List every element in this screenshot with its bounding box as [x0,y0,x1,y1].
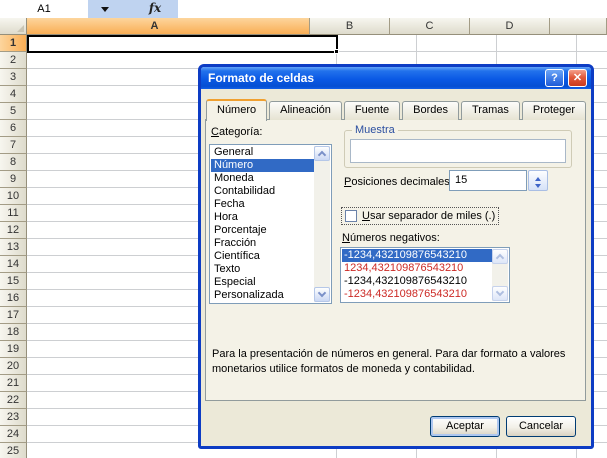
dialog-titlebar[interactable]: Formato de celdas ? ✕ [201,67,591,89]
row-header[interactable]: 20 [0,358,27,375]
sample-value [350,139,566,163]
thousands-separator-checkbox[interactable]: Usar separador de miles (.) [342,208,498,224]
formula-input[interactable] [178,0,607,18]
name-box[interactable]: A1 [0,0,88,18]
column-header[interactable] [550,18,607,35]
tab[interactable]: Proteger [522,101,586,120]
help-icon[interactable]: ? [545,69,564,87]
category-scrollbar[interactable] [314,146,330,302]
category-item[interactable]: Moneda [211,172,314,185]
row-header[interactable]: 2 [0,52,27,69]
negative-numbers-listbox: -1234,432109876543210 1234,4321098765432… [340,247,510,303]
row-header[interactable]: 7 [0,137,27,154]
decimal-places-stepper [528,170,548,191]
spin-up-icon[interactable] [529,171,547,180]
column-header[interactable]: C [390,18,470,35]
fill-handle[interactable] [334,49,339,54]
sample-label: Muestra [352,124,398,136]
thousands-separator-label: Usar separador de miles (.) [362,210,495,222]
format-cells-dialog: Formato de celdas ? ✕ Número Alineación … [198,64,594,449]
row-header[interactable]: 9 [0,171,27,188]
cancel-button[interactable]: Cancelar [506,416,576,437]
row-header[interactable]: 11 [0,205,27,222]
category-item[interactable]: Porcentaje [211,224,314,237]
name-box-controls: fx [88,0,178,18]
category-item[interactable]: Especial [211,276,314,289]
row-headers: 1 2 3 4 5 6 7 8 9 10 11 12 13 14 15 [0,35,27,458]
tab[interactable]: Fuente [344,101,400,120]
scroll-up-icon[interactable] [492,249,508,264]
column-headers: A B C D [0,18,607,35]
tab[interactable]: Tramas [461,101,520,120]
row-header[interactable]: 21 [0,375,27,392]
number-tab-panel: Categoría: General Número Moneda Contabi… [205,119,586,401]
negatives-scrollbar[interactable] [492,249,508,301]
tab[interactable]: Número [206,99,267,121]
checkbox-icon[interactable] [345,210,357,222]
row-header[interactable]: 14 [0,256,27,273]
column-header[interactable]: D [470,18,550,35]
row-header[interactable]: 17 [0,307,27,324]
row-header[interactable]: 25 [0,443,27,458]
category-item[interactable]: Número [211,159,314,172]
category-item[interactable]: Contabilidad [211,185,314,198]
insert-function-icon[interactable]: fx [142,0,168,18]
category-item[interactable]: Hora [211,211,314,224]
negative-format-item[interactable]: -1234,432109876543210 [342,249,492,262]
decimal-places-label: Posiciones decimales: [344,176,453,188]
select-all-corner[interactable] [0,18,27,35]
negative-numbers-label: Números negativos: [342,232,440,244]
accept-button[interactable]: Aceptar [430,416,500,437]
row-header[interactable]: 15 [0,273,27,290]
category-item[interactable]: Científica [211,250,314,263]
category-item[interactable]: Personalizada [211,289,314,302]
row-header[interactable]: 16 [0,290,27,307]
category-item[interactable]: Fracción [211,237,314,250]
category-label: Categoría: [211,126,262,138]
selected-cell-a1[interactable] [27,35,338,53]
spin-down-icon[interactable] [529,181,547,190]
category-listbox: General Número Moneda Contabilidad Fecha… [209,144,332,304]
decimal-places-input[interactable]: 15 [449,170,527,191]
negative-format-item[interactable]: -1234,432109876543210 [342,288,492,301]
dialog-tabs: Número Alineación Fuente Bordes Tramas P… [206,98,588,120]
row-header[interactable]: 23 [0,409,27,426]
formula-bar: A1 fx [0,0,607,18]
row-header[interactable]: 22 [0,392,27,409]
category-item[interactable]: Texto [211,263,314,276]
row-header[interactable]: 5 [0,103,27,120]
row-header[interactable]: 3 [0,69,27,86]
chevron-down-icon[interactable] [101,7,109,16]
row-header[interactable]: 19 [0,341,27,358]
negative-format-item[interactable]: 1234,432109876543210 [342,262,492,275]
scroll-down-icon[interactable] [492,286,508,301]
row-header[interactable]: 8 [0,154,27,171]
category-items: General Número Moneda Contabilidad Fecha… [211,146,314,302]
column-header[interactable]: A [0,18,310,35]
row-header[interactable]: 24 [0,426,27,443]
scroll-up-icon[interactable] [314,146,330,161]
dialog-title: Formato de celdas [208,71,314,85]
category-description: Para la presentación de números en gener… [212,347,582,377]
row-header[interactable]: 18 [0,324,27,341]
tab[interactable]: Alineación [269,101,342,120]
row-header[interactable]: 6 [0,120,27,137]
column-header[interactable]: B [310,18,390,35]
negative-items: -1234,432109876543210 1234,4321098765432… [342,249,492,301]
sample-groupbox: Muestra [344,130,572,168]
close-icon[interactable]: ✕ [568,69,587,87]
category-item[interactable]: Fecha [211,198,314,211]
tab[interactable]: Bordes [402,101,459,120]
row-header[interactable]: 12 [0,222,27,239]
excel-window: A1 fx A B C D 1 2 3 4 5 [0,0,607,458]
row-header[interactable]: 10 [0,188,27,205]
row-header[interactable]: 13 [0,239,27,256]
negative-format-item[interactable]: -1234,432109876543210 [342,275,492,288]
category-item[interactable]: General [211,146,314,159]
row-header[interactable]: 4 [0,86,27,103]
row-header[interactable]: 1 [0,35,27,52]
scroll-down-icon[interactable] [314,287,330,302]
